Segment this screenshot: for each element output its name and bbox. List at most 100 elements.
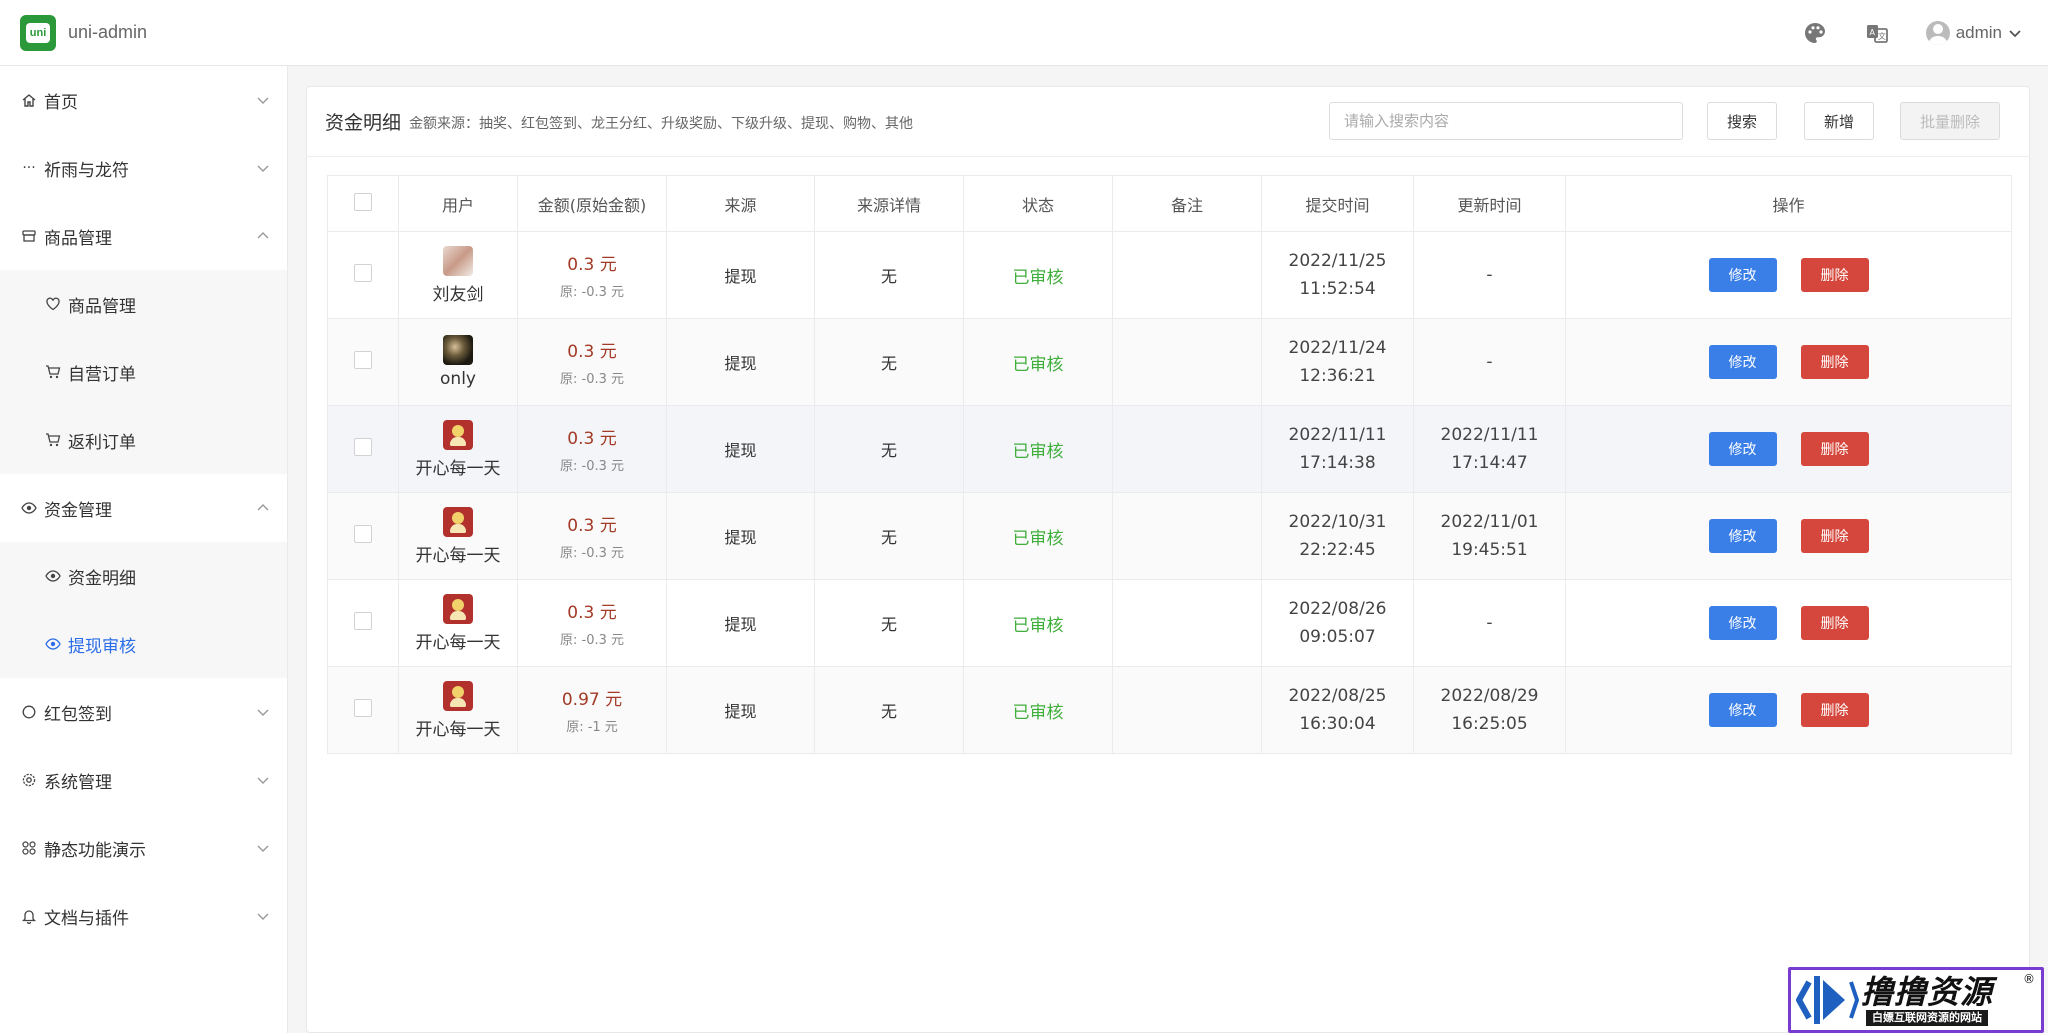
eye-icon xyxy=(44,635,62,653)
delete-button[interactable]: 删除 xyxy=(1800,345,1869,379)
app-logo[interactable]: uni xyxy=(20,14,56,51)
submit-time-cell: 2022/11/11 17:14:38 xyxy=(1261,405,1414,493)
col-header[interactable]: 更新时间 xyxy=(1413,175,1566,232)
amount: 0.3 元 xyxy=(567,516,617,536)
update-time-cell: - xyxy=(1413,579,1566,667)
row-checkbox[interactable] xyxy=(354,438,372,456)
watermark-mark-icon xyxy=(1796,976,1859,1024)
row-checkbox[interactable] xyxy=(354,612,372,630)
original-amount: 原: -0.3 元 xyxy=(559,633,624,648)
sidebar-item-label: 系统管理 xyxy=(44,772,112,793)
sidebar-item-prayer[interactable]: ··· 祈雨与龙符 xyxy=(0,134,287,202)
sidebar-item-system[interactable]: 系统管理 xyxy=(0,746,287,814)
status-badge: 已审核 xyxy=(1012,528,1064,549)
sidebar-item-funds[interactable]: 资金管理 xyxy=(0,474,287,542)
col-header[interactable]: 金额(原始金额) xyxy=(517,175,667,232)
sidebar-item-redpacket[interactable]: 红包签到 xyxy=(0,678,287,746)
col-header[interactable]: 来源详情 xyxy=(814,175,964,232)
col-header[interactable]: 来源 xyxy=(666,175,815,232)
sidebar-item-rebate-orders[interactable]: 返利订单 xyxy=(0,406,287,474)
data-table-wrap: 用户 金额(原始金额) 来源 来源详情 状态 备注 提交时间 更新时间 操作 刘… xyxy=(327,175,2012,754)
status-badge: 已审核 xyxy=(1012,354,1064,375)
edit-button[interactable]: 修改 xyxy=(1708,519,1777,553)
avatar xyxy=(443,335,473,365)
source-cell: 提现 xyxy=(666,492,815,580)
chevron-down-icon xyxy=(257,97,269,104)
chevron-down-icon xyxy=(2009,30,2021,38)
translate-icon[interactable]: A文 xyxy=(1864,20,1890,46)
submit-time-cell: 2022/11/25 11:52:54 xyxy=(1261,231,1414,319)
search-input[interactable] xyxy=(1329,102,1683,140)
sidebar-item-label: 商品管理 xyxy=(44,228,112,249)
amount: 0.3 元 xyxy=(567,255,617,275)
select-all-checkbox[interactable] xyxy=(354,192,372,211)
watermark-title: 撸撸资源 xyxy=(1861,973,1994,1011)
palette-icon[interactable] xyxy=(1802,20,1828,46)
edit-button[interactable]: 修改 xyxy=(1708,693,1777,727)
panel-header: 资金明细 金额来源：抽奖、红包签到、龙王分红、升级奖励、下级升级、提现、购物、其… xyxy=(307,87,2029,157)
original-amount: 原: -0.3 元 xyxy=(559,285,624,300)
status-badge: 已审核 xyxy=(1012,615,1064,636)
delete-button[interactable]: 删除 xyxy=(1800,606,1869,640)
sidebar-item-label: 祈雨与龙符 xyxy=(44,160,129,181)
edit-button[interactable]: 修改 xyxy=(1708,345,1777,379)
row-checkbox[interactable] xyxy=(354,699,372,717)
table-row: only 0.3 元原: -0.3 元提现无已审核 2022/11/24 12:36:… xyxy=(327,318,2012,406)
status-cell: 已审核 xyxy=(963,231,1113,319)
avatar xyxy=(443,593,473,624)
table-header-row: 用户 金额(原始金额) 来源 来源详情 状态 备注 提交时间 更新时间 操作 xyxy=(327,175,2012,232)
sidebar-item-fund-details[interactable]: 资金明细 xyxy=(0,542,287,610)
sidebar-item-self-orders[interactable]: 自营订单 xyxy=(0,338,287,406)
logo-text: uni xyxy=(29,26,47,39)
delete-button[interactable]: 删除 xyxy=(1800,258,1869,292)
col-header[interactable]: 备注 xyxy=(1112,175,1262,232)
table-row: 开心每一天 0.97 元原: -1 元提现无已审核 2022/08/25 16:30:… xyxy=(327,666,2012,754)
page-subtitle: 金额来源：抽奖、红包签到、龙王分红、升级奖励、下级升级、提现、购物、其他 xyxy=(409,116,914,132)
watermark-logo: 撸撸资源 白嫖互联网资源的网站 ® xyxy=(1788,967,2044,1033)
select-all-cell xyxy=(327,175,399,232)
batch-delete-button[interactable]: 批量删除 xyxy=(1900,102,2000,140)
row-checkbox[interactable] xyxy=(354,351,372,369)
update-time-cell: 2022/11/01 19:45:51 xyxy=(1413,492,1566,580)
delete-button[interactable]: 删除 xyxy=(1800,693,1869,727)
user-cell: 开心每一天 xyxy=(398,492,518,580)
status-badge: 已审核 xyxy=(1012,441,1064,462)
update-date: 2022/08/29 xyxy=(1440,686,1539,706)
delete-button[interactable]: 删除 xyxy=(1800,432,1869,466)
sidebar-item-goods[interactable]: 商品管理 xyxy=(0,202,287,270)
edit-button[interactable]: 修改 xyxy=(1708,606,1777,640)
sidebar-item-static-demo[interactable]: 静态功能演示 xyxy=(0,814,287,882)
status-cell: 已审核 xyxy=(963,492,1113,580)
user-cell: 开心每一天 xyxy=(398,579,518,667)
add-button[interactable]: 新增 xyxy=(1804,102,1874,140)
sidebar-item-docs[interactable]: 文档与插件 xyxy=(0,882,287,950)
search-button[interactable]: 搜索 xyxy=(1707,102,1777,140)
update-date: - xyxy=(1486,265,1493,285)
sidebar-item-withdraw-review[interactable]: 提现审核 xyxy=(0,610,287,678)
delete-button[interactable]: 删除 xyxy=(1800,519,1869,553)
source-cell: 提现 xyxy=(666,666,815,754)
page-title: 资金明细 xyxy=(325,112,402,134)
amount: 0.97 元 xyxy=(561,690,623,710)
col-header[interactable]: 提交时间 xyxy=(1261,175,1414,232)
amount-cell: 0.3 元原: -0.3 元 xyxy=(517,492,667,580)
app-title: uni-admin xyxy=(68,22,148,42)
svg-text:A: A xyxy=(1869,28,1875,37)
user-name: 刘友剑 xyxy=(432,284,484,305)
edit-button[interactable]: 修改 xyxy=(1708,432,1777,466)
submit-time-cell: 2022/08/25 16:30:04 xyxy=(1261,666,1414,754)
col-header[interactable]: 用户 xyxy=(398,175,518,232)
sidebar-item-goods-manage[interactable]: 商品管理 xyxy=(0,270,287,338)
user-cell: 开心每一天 xyxy=(398,405,518,493)
table-body: 刘友剑 0.3 元原: -0.3 元提现无已审核 2022/11/25 11:52:5… xyxy=(327,231,2012,754)
amount-cell: 0.3 元原: -0.3 元 xyxy=(517,231,667,319)
source-cell: 提现 xyxy=(666,318,815,406)
row-checkbox[interactable] xyxy=(354,525,372,543)
user-menu[interactable]: admin xyxy=(1925,21,2022,45)
submenu-funds: 资金明细 提现审核 xyxy=(0,542,287,678)
edit-button[interactable]: 修改 xyxy=(1708,258,1777,292)
source-cell: 提现 xyxy=(666,579,815,667)
sidebar-item-home[interactable]: 首页 xyxy=(0,66,287,134)
col-header[interactable]: 状态 xyxy=(963,175,1113,232)
row-checkbox[interactable] xyxy=(354,264,372,282)
